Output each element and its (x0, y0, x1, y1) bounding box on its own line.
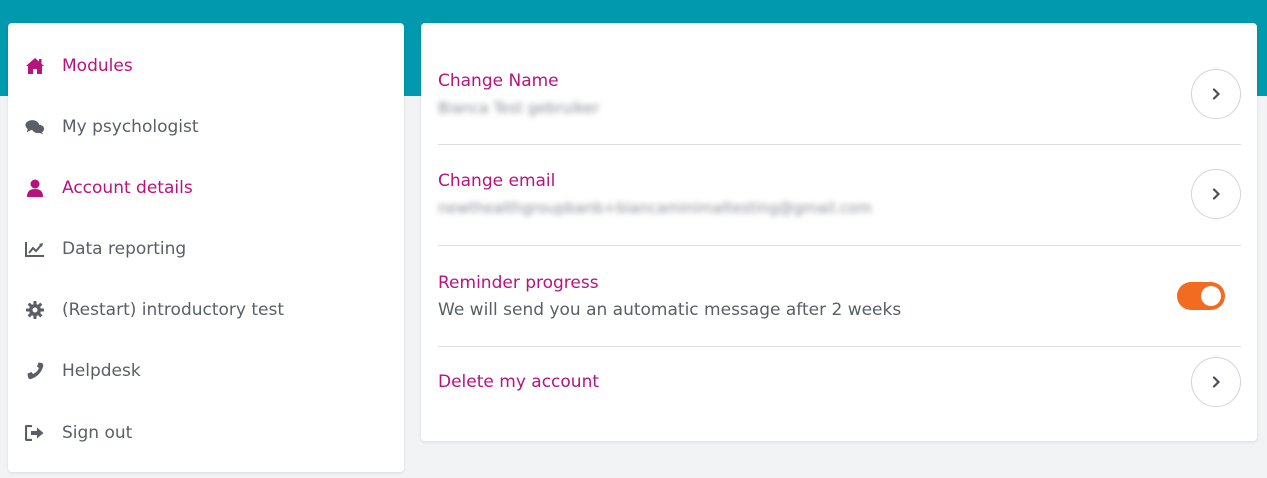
sidebar-item-restart-test[interactable]: (Restart) introductory test (8, 290, 404, 330)
sidebar-item-data-reporting[interactable]: Data reporting (8, 229, 404, 269)
change-email-row[interactable]: Change email newthealthgroupbanb+biancam… (438, 169, 1241, 223)
user-icon (25, 178, 45, 198)
reminder-progress-row: Reminder progress We will send you an au… (438, 271, 1241, 325)
current-email-value: newthealthgroupbanb+biancaminimaltesting… (438, 199, 872, 217)
sidebar-item-label: My psychologist (62, 117, 199, 137)
line-chart-icon (25, 239, 45, 259)
delete-account-title: Delete my account (438, 372, 600, 392)
chat-bubbles-icon (25, 117, 45, 137)
sidebar: Modules My psychologist Account details (8, 23, 404, 472)
chevron-right-icon (1211, 85, 1221, 104)
reminder-progress-toggle[interactable] (1177, 282, 1225, 310)
change-name-title: Change Name (438, 71, 559, 91)
account-details-panel: Change Name Bianca Test gebruiker Change… (421, 23, 1257, 441)
divider (438, 245, 1241, 246)
sidebar-item-label: Helpdesk (62, 361, 141, 381)
toggle-knob (1201, 286, 1221, 306)
divider (438, 346, 1241, 347)
reminder-progress-description: We will send you an automatic message af… (438, 300, 902, 320)
sidebar-item-label: Modules (62, 56, 133, 76)
current-name-value: Bianca Test gebruiker (438, 99, 600, 117)
delete-account-button[interactable] (1191, 357, 1241, 407)
change-name-button[interactable] (1191, 69, 1241, 119)
sidebar-item-label: Data reporting (62, 239, 187, 259)
sidebar-item-my-psychologist[interactable]: My psychologist (8, 107, 404, 147)
sidebar-item-label: (Restart) introductory test (62, 300, 285, 320)
divider (438, 144, 1241, 145)
chevron-right-icon (1211, 373, 1221, 392)
home-icon (25, 56, 45, 76)
change-email-button[interactable] (1191, 169, 1241, 219)
sidebar-item-sign-out[interactable]: Sign out (8, 413, 404, 453)
sign-out-icon (25, 423, 45, 443)
change-email-title: Change email (438, 171, 556, 191)
gear-icon (25, 300, 45, 320)
reminder-progress-title: Reminder progress (438, 273, 599, 293)
sidebar-item-modules[interactable]: Modules (8, 46, 404, 86)
sidebar-item-helpdesk[interactable]: Helpdesk (8, 351, 404, 391)
change-name-row[interactable]: Change Name Bianca Test gebruiker (438, 69, 1241, 123)
sidebar-item-label: Sign out (62, 423, 133, 443)
sidebar-item-account-details[interactable]: Account details (8, 168, 404, 208)
delete-account-row[interactable]: Delete my account (438, 357, 1241, 409)
sidebar-item-label: Account details (62, 178, 193, 198)
chevron-right-icon (1211, 185, 1221, 204)
phone-icon (25, 361, 45, 381)
